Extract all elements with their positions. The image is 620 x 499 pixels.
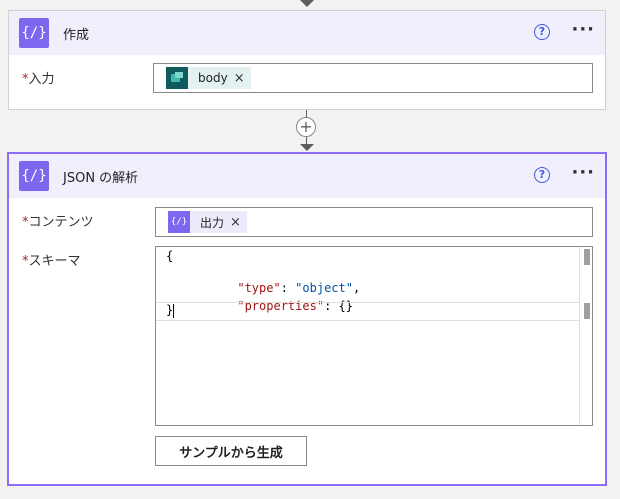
middle-connector-arrow xyxy=(300,144,314,151)
insert-step-button[interactable]: + xyxy=(296,117,316,137)
schema-label-text: スキーマ xyxy=(28,254,81,269)
schema-field-label: *スキーマ xyxy=(22,250,81,269)
data-operation-icon: {/} xyxy=(19,18,49,48)
current-line-highlight xyxy=(156,302,580,321)
input-label-text: 入力 xyxy=(28,72,55,87)
body-token-label: body xyxy=(198,71,228,85)
code-line-1: { xyxy=(166,249,174,263)
remove-token-icon[interactable]: × xyxy=(232,71,251,86)
compose-card-title: 作成 xyxy=(63,28,90,43)
scrollbar-thumb-top[interactable] xyxy=(584,249,590,265)
scrollbar-thumb-marker xyxy=(584,303,590,319)
schema-editor[interactable]: { "type": "object", "properties": {} } xyxy=(155,246,593,426)
data-operation-icon: {/} xyxy=(19,161,49,191)
top-connector-arrow xyxy=(300,0,314,7)
compose-action-card[interactable]: {/} 作成 ? ··· *入力 body × xyxy=(8,10,606,110)
help-icon[interactable]: ? xyxy=(534,24,550,40)
generate-from-sample-button[interactable]: サンプルから生成 xyxy=(155,436,307,466)
content-field-label: *コンテンツ xyxy=(22,211,94,230)
content-field[interactable]: {/} 出力 × xyxy=(155,207,593,237)
output-token[interactable]: {/} 出力 × xyxy=(168,211,247,233)
editor-scrollbar[interactable] xyxy=(579,247,592,425)
text-cursor xyxy=(173,304,174,318)
remove-token-icon[interactable]: × xyxy=(228,215,247,230)
output-token-label: 出力 xyxy=(200,215,225,230)
parse-json-card-header[interactable]: {/} JSON の解析 ? ··· xyxy=(9,154,605,198)
parse-json-card-title: JSON の解析 xyxy=(63,171,139,186)
input-field-label: *入力 xyxy=(22,68,55,87)
body-token[interactable]: body × xyxy=(166,67,251,89)
input-field[interactable]: body × xyxy=(153,63,593,93)
content-label-text: コンテンツ xyxy=(28,215,94,230)
help-icon[interactable]: ? xyxy=(534,167,550,183)
more-options-icon[interactable]: ··· xyxy=(571,162,595,183)
body-token-icon xyxy=(166,67,188,89)
compose-card-header[interactable]: {/} 作成 ? ··· xyxy=(9,11,605,55)
output-token-icon: {/} xyxy=(168,211,190,233)
more-options-icon[interactable]: ··· xyxy=(571,19,595,40)
parse-json-action-card[interactable]: {/} JSON の解析 ? ··· *コンテンツ {/} 出力 × *スキーマ… xyxy=(7,152,607,486)
